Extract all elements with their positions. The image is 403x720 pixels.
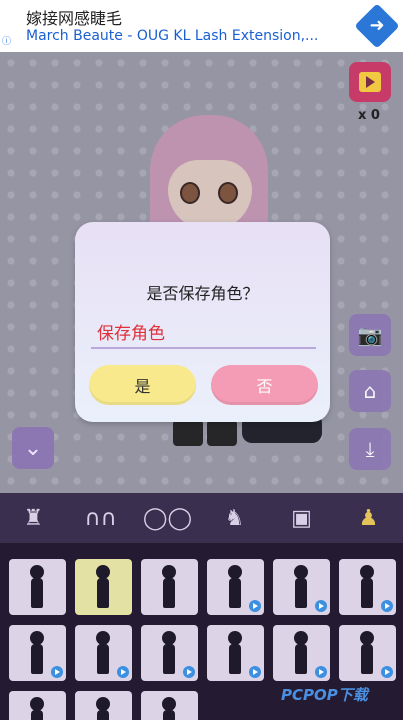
video-badge-icon (315, 666, 327, 678)
download-icon: ⤓ (365, 437, 375, 461)
picture-icon: ▣ (291, 505, 312, 531)
yes-button[interactable]: 是 (89, 365, 196, 405)
watermark-text: PCPOP下载 (281, 686, 368, 704)
ad-info-icon[interactable]: ⓘ (2, 34, 11, 47)
pose-item[interactable] (339, 559, 396, 615)
pose-item[interactable] (207, 625, 264, 681)
pose-item[interactable] (9, 559, 66, 615)
pose-item[interactable] (75, 691, 132, 720)
home-button[interactable]: ⌂ (349, 370, 391, 412)
input-underline (91, 347, 316, 349)
person-icon: ♟ (358, 505, 379, 531)
pose-item[interactable] (273, 559, 330, 615)
video-badge-icon (249, 666, 261, 678)
pose-item[interactable] (273, 625, 330, 681)
ad-subtitle: March Beaute - OUG KL Lash Extension,... (26, 28, 319, 44)
collapse-button[interactable]: ⌄ (12, 427, 54, 469)
category-pet[interactable]: ♞ (201, 493, 268, 543)
category-bag[interactable]: ♜ (0, 493, 67, 543)
ad-title: 嫁接网感睫毛 (26, 9, 123, 28)
video-badge-icon (381, 666, 393, 678)
category-glasses[interactable]: ◯◯ (134, 493, 201, 543)
category-background[interactable]: ▣ (268, 493, 335, 543)
video-badge-icon (51, 666, 63, 678)
video-badge-icon (183, 666, 195, 678)
video-badge-icon (315, 600, 327, 612)
pose-item[interactable] (9, 625, 66, 681)
pose-item[interactable] (141, 625, 198, 681)
category-pose[interactable]: ♟ (335, 493, 402, 543)
character-name-input[interactable]: 保存角色 (97, 319, 165, 344)
double-chevron-down-icon: ⌄ (23, 435, 43, 461)
camera-button[interactable]: 📷 (349, 314, 391, 356)
pose-item[interactable] (207, 559, 264, 615)
dialog-question: 是否保存角色？ (146, 284, 259, 303)
category-ears[interactable]: ∩∩ (67, 493, 134, 543)
play-icon (359, 72, 381, 92)
pose-item[interactable] (339, 625, 396, 681)
pose-item[interactable] (141, 691, 198, 720)
bag-icon: ♜ (23, 505, 44, 531)
video-badge-icon (117, 666, 129, 678)
video-badge-icon (249, 600, 261, 612)
bunny-ears-icon: ∩∩ (84, 505, 117, 531)
pose-item[interactable] (75, 625, 132, 681)
pose-item[interactable] (9, 691, 66, 720)
directions-icon[interactable]: ➜ (354, 3, 400, 49)
save-download-button[interactable]: ⤓ (349, 428, 391, 470)
cat-icon: ♞ (224, 505, 245, 531)
pose-item-selected[interactable] (75, 559, 132, 615)
video-badge-icon (381, 600, 393, 612)
save-character-dialog: 是否保存角色？ 保存角色 是 否 (75, 222, 330, 422)
glasses-icon: ◯◯ (142, 505, 193, 531)
home-icon: ⌂ (363, 379, 377, 403)
no-button[interactable]: 否 (211, 365, 318, 405)
camera-icon: 📷 (357, 323, 383, 347)
pose-item[interactable] (141, 559, 198, 615)
video-reward-count: x 0 (358, 108, 380, 123)
video-reward-button[interactable] (349, 62, 391, 102)
category-bar: ♜ ∩∩ ◯◯ ♞ ▣ ♟ (0, 493, 403, 543)
ad-banner[interactable]: 嫁接网感睫毛 ⓘ March Beaute - OUG KL Lash Exte… (0, 0, 403, 52)
